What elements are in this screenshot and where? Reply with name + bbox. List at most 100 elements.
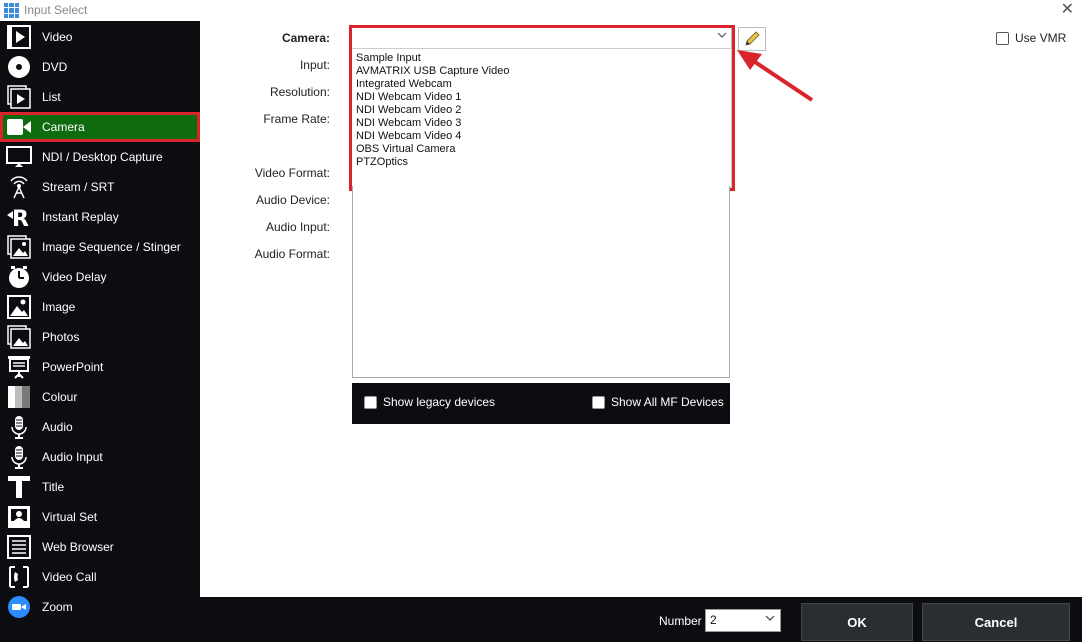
microphone-icon	[6, 445, 32, 469]
camera-option[interactable]: Sample Input	[356, 52, 421, 64]
zoom-icon	[6, 595, 32, 619]
clock-icon	[6, 265, 32, 289]
title-bar: Input Select ✕	[0, 0, 1082, 21]
ok-button[interactable]: OK	[801, 603, 913, 641]
video-call-icon	[6, 565, 32, 589]
sidebar-item-label: Colour	[42, 390, 78, 404]
input-label: Input:	[299, 58, 330, 72]
number-select[interactable]: 2	[705, 609, 781, 632]
monitor-icon	[6, 145, 32, 169]
sidebar-item-label: Photos	[42, 330, 80, 344]
photos-icon	[6, 325, 32, 349]
replay-icon: R	[6, 205, 32, 229]
sidebar-item-label: Zoom	[42, 600, 73, 614]
frame-rate-label: Frame Rate:	[263, 112, 330, 126]
sidebar-item-label: Video	[42, 30, 73, 44]
sidebar-item-stream-srt[interactable]: Stream / SRT	[0, 172, 200, 202]
sidebar-item-colour[interactable]: Colour	[0, 382, 200, 412]
sidebar-item-virtual-set[interactable]: Virtual Set	[0, 502, 200, 532]
sidebar-item-audio[interactable]: Audio	[0, 412, 200, 442]
sidebar-item-label: Title	[42, 480, 65, 494]
sidebar-item-label: Audio Input	[42, 450, 103, 464]
number-label: Number	[659, 614, 702, 628]
window-title: Input Select	[24, 3, 88, 17]
audio-device-label: Audio Device:	[255, 193, 330, 207]
camera-label: Camera:	[281, 31, 330, 45]
number-value: 2	[710, 613, 717, 627]
sidebar-item-camera[interactable]: Camera	[0, 112, 200, 142]
sidebar-item-video-call[interactable]: Video Call	[0, 562, 200, 592]
sidebar-item-label: Instant Replay	[42, 210, 119, 224]
show-legacy-label: Show legacy devices	[383, 395, 496, 409]
web-browser-icon	[6, 535, 32, 559]
list-icon	[6, 85, 32, 109]
sidebar-item-label: NDI / Desktop Capture	[42, 150, 163, 164]
camera-option[interactable]: PTZOptics	[356, 156, 408, 168]
sidebar-item-web-browser[interactable]: Web Browser	[0, 532, 200, 562]
virtual-set-icon	[6, 505, 32, 529]
audio-input-label: Audio Input:	[265, 220, 330, 234]
disc-icon	[6, 55, 32, 79]
sidebar-item-image-sequence-stinger[interactable]: Image Sequence / Stinger	[0, 232, 200, 262]
sidebar-item-label: Video Call	[42, 570, 97, 584]
audio-format-label: Audio Format:	[254, 247, 330, 261]
checkbox-box	[364, 395, 377, 409]
sidebar-item-label: Video Delay	[42, 270, 107, 284]
sidebar-item-label: List	[42, 90, 61, 104]
camera-option[interactable]: NDI Webcam Video 1	[356, 91, 461, 103]
chevron-down-icon	[765, 613, 775, 626]
sidebar-item-instant-replay[interactable]: R Instant Replay	[0, 202, 200, 232]
sidebar-item-label: Virtual Set	[42, 510, 98, 524]
sidebar-item-dvd[interactable]: DVD	[0, 52, 200, 82]
sidebar-item-photos[interactable]: Photos	[0, 322, 200, 352]
app-grid-icon	[4, 3, 19, 18]
sidebar-item-label: Web Browser	[42, 540, 114, 554]
show-all-mf-devices-checkbox[interactable]: Show All MF Devices	[592, 395, 724, 409]
show-all-mf-label: Show All MF Devices	[611, 395, 724, 409]
sidebar-item-ndi-desktop-capture[interactable]: NDI / Desktop Capture	[0, 142, 200, 172]
sidebar-item-label: DVD	[42, 60, 68, 74]
format-listbox[interactable]	[352, 186, 730, 378]
camera-option[interactable]: AVMATRIX USB Capture Video	[356, 65, 509, 77]
image-icon	[6, 295, 32, 319]
sidebar-item-audio-input[interactable]: Audio Input	[0, 442, 200, 472]
camera-option[interactable]: NDI Webcam Video 3	[356, 117, 461, 129]
microphone-icon	[6, 415, 32, 439]
svg-text:R: R	[12, 207, 29, 229]
sidebar-item-powerpoint[interactable]: PowerPoint	[0, 352, 200, 382]
camera-icon	[6, 115, 32, 139]
device-options-panel: Show legacy devices Show All MF Devices	[352, 383, 730, 424]
input-type-sidebar: Video DVD List Camera NDI / Desktop Capt…	[0, 21, 200, 642]
video-format-label: Video Format:	[254, 166, 330, 180]
colour-icon	[6, 385, 32, 409]
camera-option[interactable]: Integrated Webcam	[356, 78, 452, 90]
cancel-button[interactable]: Cancel	[922, 603, 1070, 641]
sidebar-item-zoom[interactable]: Zoom	[0, 592, 200, 622]
use-vmr-checkbox[interactable]: Use VMR	[996, 31, 1066, 45]
camera-select[interactable]	[350, 26, 732, 50]
sidebar-item-list[interactable]: List	[0, 82, 200, 112]
camera-option[interactable]: OBS Virtual Camera	[356, 143, 455, 155]
sidebar-item-label: Image	[42, 300, 76, 314]
close-icon[interactable]: ✕	[1061, 1, 1074, 19]
edit-camera-button[interactable]	[738, 27, 766, 51]
sidebar-item-title[interactable]: Title	[0, 472, 200, 502]
show-legacy-devices-checkbox[interactable]: Show legacy devices	[364, 395, 495, 409]
sidebar-item-video-delay[interactable]: Video Delay	[0, 262, 200, 292]
image-sequence-icon	[6, 235, 32, 259]
sidebar-item-label: Stream / SRT	[42, 180, 115, 194]
antenna-icon	[6, 175, 32, 199]
camera-option[interactable]: NDI Webcam Video 4	[356, 130, 461, 142]
sidebar-item-label: Audio	[42, 420, 73, 434]
title-icon	[6, 475, 32, 499]
resolution-label: Resolution:	[269, 85, 330, 99]
sidebar-item-label: Image Sequence / Stinger	[42, 240, 181, 254]
sidebar-item-label: PowerPoint	[42, 360, 104, 374]
camera-option[interactable]: NDI Webcam Video 2	[356, 104, 461, 116]
sidebar-item-video[interactable]: Video	[0, 22, 200, 52]
sidebar-item-image[interactable]: Image	[0, 292, 200, 322]
use-vmr-label: Use VMR	[1015, 31, 1067, 45]
checkbox-box	[996, 31, 1009, 45]
checkbox-box	[592, 395, 605, 409]
sidebar-item-label: Camera	[42, 120, 85, 134]
